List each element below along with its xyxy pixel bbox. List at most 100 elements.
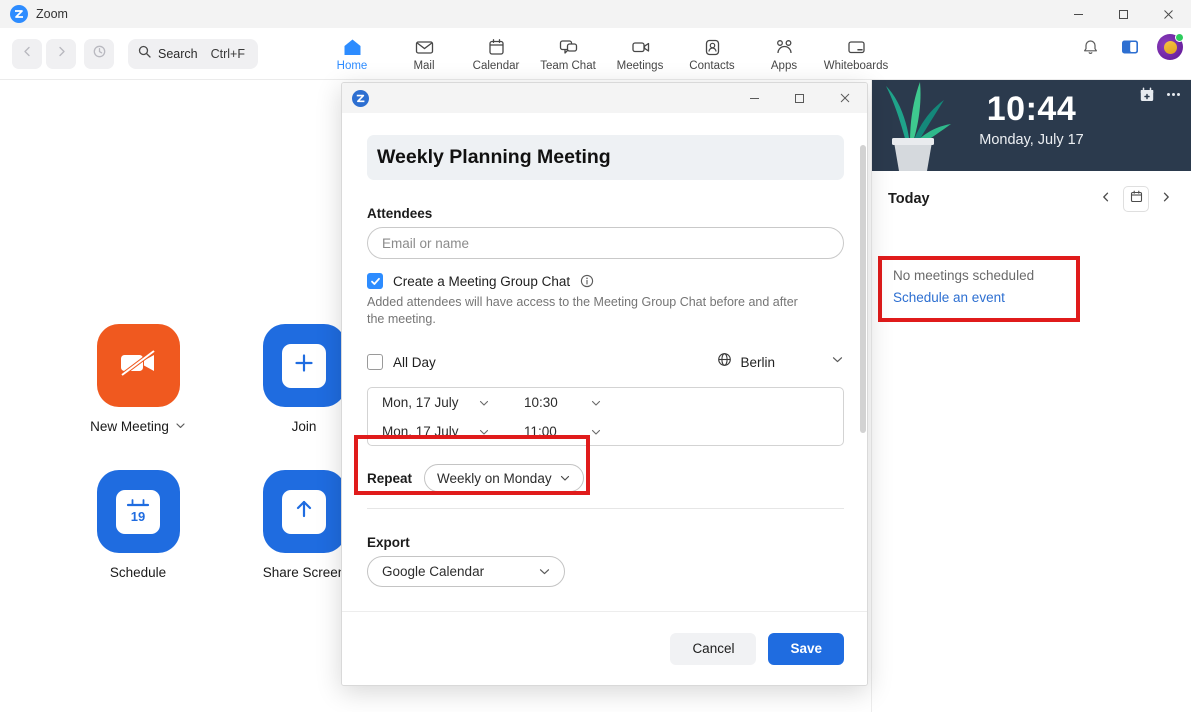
calendar-plus-icon[interactable] [1139, 87, 1155, 108]
dialog-minimize-button[interactable] [732, 83, 777, 113]
save-button[interactable]: Save [768, 632, 844, 665]
forward-button[interactable] [46, 39, 76, 69]
today-meetings-empty-state: No meetings scheduled Schedule an event [879, 256, 1081, 317]
chevron-down-icon[interactable] [478, 426, 490, 438]
upload-arrow-icon [292, 497, 316, 526]
nav-item-whiteboards[interactable]: Whiteboards [820, 28, 892, 80]
meeting-title-input[interactable]: Weekly Planning Meeting [367, 135, 844, 180]
schedule-tile-label-group: Schedule [110, 565, 166, 580]
share-screen-icon-surface [282, 489, 326, 534]
join-tile-label-group: Join [292, 419, 317, 434]
group-chat-checkbox[interactable] [367, 273, 383, 289]
nav-label-meetings: Meetings [616, 59, 664, 72]
chevron-down-icon [559, 472, 571, 484]
attendees-input[interactable]: Email or name [367, 227, 844, 259]
chevron-down-icon[interactable] [831, 353, 844, 371]
end-date-value[interactable]: Mon, 17 July [382, 424, 478, 439]
dialog-close-button[interactable] [822, 83, 867, 113]
home-action-tiles: New Meeting Join 19 Schedule Share Scree… [88, 324, 354, 616]
chevron-down-icon[interactable] [175, 419, 186, 434]
right-side-panel: 10:44 Monday, July 17 Today No meetings … [871, 80, 1191, 712]
new-meeting-tile[interactable]: New Meeting [88, 324, 188, 434]
schedule-button[interactable]: 19 [96, 470, 180, 553]
bell-icon[interactable] [1077, 34, 1103, 60]
today-controls [1093, 186, 1179, 212]
share-screen-tile[interactable]: Share Screen [254, 470, 354, 580]
history-button[interactable] [84, 39, 114, 69]
window-close-button[interactable] [1146, 0, 1191, 28]
new-meeting-button[interactable] [96, 324, 180, 407]
nav-item-apps[interactable]: Apps [748, 28, 820, 80]
nav-item-contacts[interactable]: Contacts [676, 28, 748, 80]
next-day-button[interactable] [1153, 186, 1179, 212]
join-button[interactable] [262, 324, 346, 407]
nav-item-team-chat[interactable]: Team Chat [532, 28, 604, 80]
all-day-label: All Day [393, 354, 436, 370]
timezone-value: Berlin [740, 354, 775, 370]
start-date-value[interactable]: Mon, 17 July [382, 395, 478, 410]
chevron-down-icon[interactable] [478, 397, 490, 409]
all-day-checkbox[interactable] [367, 354, 383, 370]
end-time-value[interactable]: 11:00 [524, 424, 590, 439]
dialog-maximize-button[interactable] [777, 83, 822, 113]
side-panel-icon[interactable] [1117, 34, 1143, 60]
open-calendar-button[interactable] [1123, 186, 1149, 212]
new-meeting-tile-label-group: New Meeting [90, 419, 186, 434]
nav-label-mail: Mail [413, 59, 435, 72]
timezone-selector[interactable]: Berlin [717, 352, 844, 372]
repeat-label: Repeat [367, 470, 413, 486]
prev-day-button[interactable] [1093, 186, 1119, 212]
nav-item-mail[interactable]: Mail [388, 28, 460, 80]
history-icon [92, 44, 107, 64]
nav-label-team-chat: Team Chat [540, 59, 596, 72]
chevron-left-icon [21, 45, 34, 63]
schedule-label: Schedule [109, 565, 167, 580]
end-datetime-row: Mon, 17 July 11:00 [368, 417, 843, 446]
clock-date: Monday, July 17 [979, 132, 1084, 148]
calendar-icon [486, 37, 507, 57]
join-label: Join [291, 419, 317, 434]
repeat-value: Weekly on Monday [437, 470, 552, 486]
group-chat-checkbox-row[interactable]: Create a Meeting Group Chat [367, 273, 844, 289]
cancel-button[interactable]: Cancel [670, 632, 757, 665]
group-chat-helper-text: Added attendees will have access to the … [367, 295, 798, 326]
chevron-down-icon[interactable] [590, 397, 602, 409]
schedule-event-link[interactable]: Schedule an event [893, 290, 1067, 305]
video-off-icon [116, 346, 160, 385]
dialog-scrollbar[interactable] [860, 145, 866, 433]
banner-icon-group [1139, 86, 1182, 108]
video-icon [630, 37, 651, 57]
search-input[interactable]: Search Ctrl+F [128, 39, 258, 69]
join-tile[interactable]: Join [254, 324, 354, 434]
start-datetime-row: Mon, 17 July 10:30 [368, 388, 843, 417]
mail-icon [414, 37, 435, 57]
share-screen-button[interactable] [262, 470, 346, 553]
share-screen-tile-label-group: Share Screen [263, 565, 346, 580]
window-maximize-button[interactable] [1101, 0, 1146, 28]
search-shortcut-label: Ctrl+F [210, 47, 245, 61]
nav-item-home[interactable]: Home [316, 28, 388, 80]
nav-item-calendar[interactable]: Calendar [460, 28, 532, 80]
calendar-icon [1130, 190, 1143, 208]
schedule-tile[interactable]: 19 Schedule [88, 470, 188, 580]
more-horizontal-icon[interactable] [1165, 86, 1182, 108]
nav-label-apps: Apps [770, 59, 798, 72]
back-button[interactable] [12, 39, 42, 69]
all-day-row: All Day Berlin [367, 350, 844, 374]
nav-label-calendar: Calendar [472, 59, 520, 72]
chevron-down-icon[interactable] [590, 426, 602, 438]
user-avatar[interactable] [1157, 33, 1184, 60]
nav-label-whiteboards: Whiteboards [823, 59, 889, 72]
info-icon[interactable] [580, 274, 594, 288]
repeat-select[interactable]: Weekly on Monday [424, 464, 584, 492]
toolbar-right-group [1077, 33, 1184, 60]
export-value: Google Calendar [382, 564, 485, 579]
window-minimize-button[interactable] [1056, 0, 1101, 28]
search-placeholder: Search [158, 47, 198, 61]
chevron-right-icon [55, 45, 68, 63]
today-label: Today [888, 191, 930, 207]
nav-item-meetings[interactable]: Meetings [604, 28, 676, 80]
start-time-value[interactable]: 10:30 [524, 395, 590, 410]
join-icon-surface [282, 343, 326, 388]
export-select[interactable]: Google Calendar [367, 556, 565, 587]
